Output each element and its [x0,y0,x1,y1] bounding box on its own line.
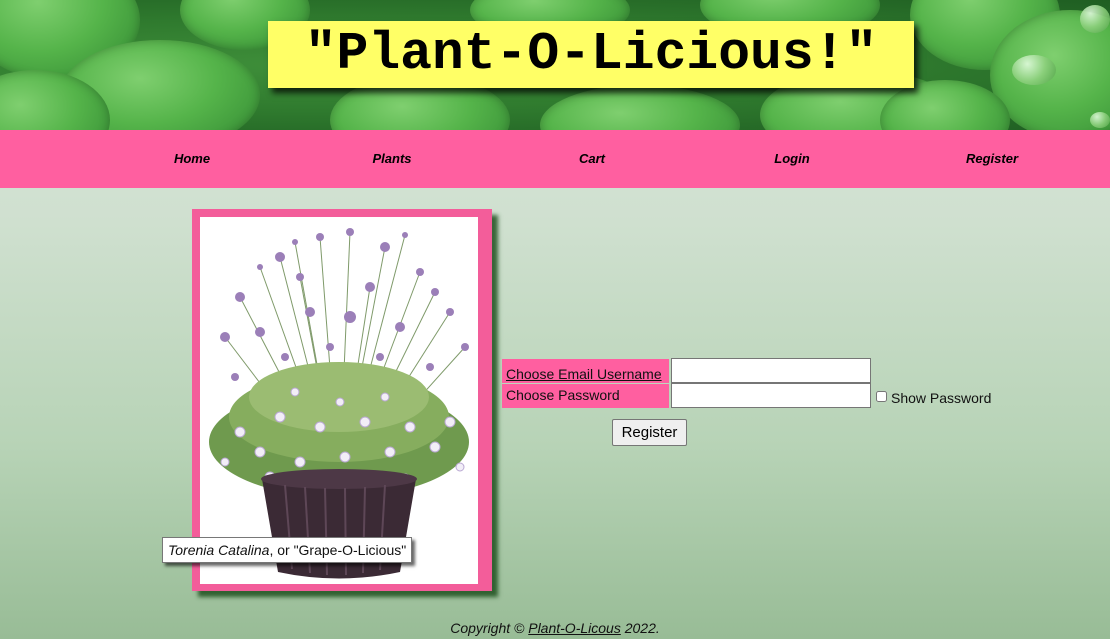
show-password-checkbox[interactable] [876,391,887,402]
email-label: Choose Email Username [502,359,669,383]
plant-illustration [209,228,469,579]
main-nav: Home Plants Cart Login Register [0,130,1110,188]
nav-register[interactable]: Register [932,130,1052,188]
copyright-prefix: Copyright © [450,620,529,636]
nav-login[interactable]: Login [732,130,852,188]
caption-species: Torenia Catalina [168,542,270,558]
nav-home[interactable]: Home [132,130,252,188]
register-button[interactable]: Register [612,419,687,446]
plant-image-frame [192,209,492,591]
show-password-label: Show Password [891,390,992,406]
water-drop [1090,112,1110,128]
nav-cart[interactable]: Cart [532,130,652,188]
copyright-suffix: 2022. [620,620,660,636]
header-banner: "Plant-O-Licious!" [0,0,1110,130]
email-label-text: Choose Email Username [506,366,662,382]
site-title: "Plant-O-Licious!" [268,21,914,88]
password-label: Choose Password [502,384,669,408]
water-drop [1012,55,1056,85]
plant-caption: Torenia Catalina, or "Grape-O-Licious" [162,537,413,563]
water-drop [1080,5,1110,33]
clover-leaf [540,85,740,130]
caption-rest: , or "Grape-O-Licious" [269,542,407,558]
email-username-input[interactable] [671,358,871,383]
password-input[interactable] [671,383,871,408]
plant-image [200,217,478,584]
footer-copyright: Copyright © Plant-O-Licous 2022. [0,620,1110,636]
footer-site-link[interactable]: Plant-O-Licous [528,620,621,636]
nav-plants[interactable]: Plants [332,130,452,188]
